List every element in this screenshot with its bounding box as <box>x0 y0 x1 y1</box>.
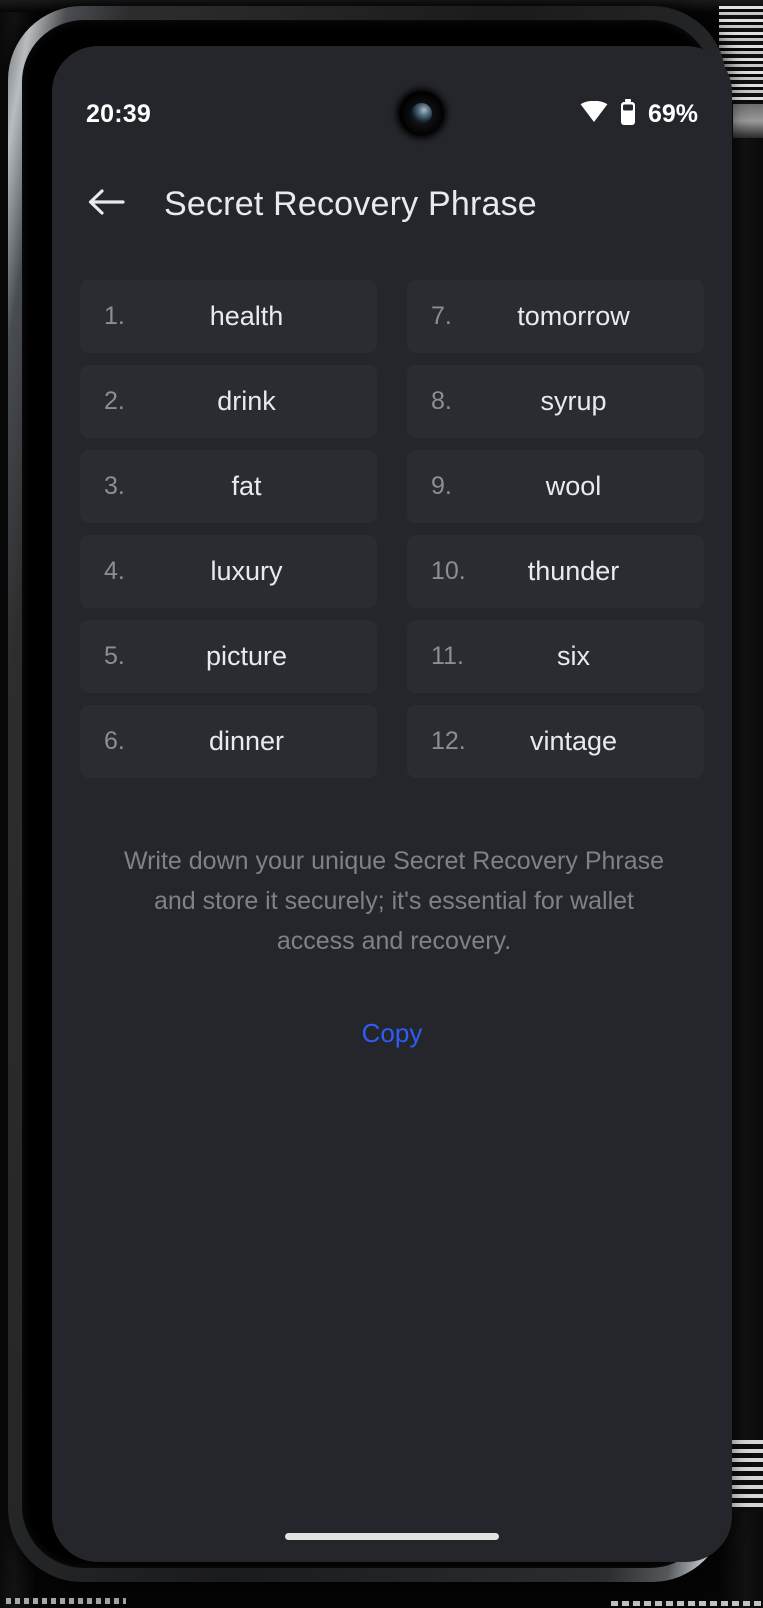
status-bar-time: 20:39 <box>86 99 151 128</box>
background-artifact-stripes-bottom-right <box>727 1440 763 1512</box>
word-index: 9. <box>431 472 452 500</box>
word-index: 8. <box>431 387 452 415</box>
word-card[interactable]: 10. thunder <box>407 535 704 608</box>
word-index: 2. <box>104 387 125 415</box>
word-index: 6. <box>104 727 125 755</box>
page-title: Secret Recovery Phrase <box>164 184 537 223</box>
word-card[interactable]: 6. dinner <box>80 705 377 778</box>
status-bar: 20:39 69% <box>52 86 732 142</box>
background-artifact-block-right <box>733 104 763 138</box>
word-card[interactable]: 8. syrup <box>407 365 704 438</box>
word-card[interactable]: 11. six <box>407 620 704 693</box>
recovery-phrase-grid: 1. health 7. tomorrow 2. drink 8. syrup <box>80 280 704 778</box>
background-artifact-stripes-bottom-left <box>6 1598 126 1604</box>
word-index: 10. <box>431 557 466 585</box>
back-button[interactable] <box>70 168 142 240</box>
word-card[interactable]: 12. vintage <box>407 705 704 778</box>
copy-button[interactable]: Copy <box>340 1008 445 1059</box>
word-card[interactable]: 3. fat <box>80 450 377 523</box>
copy-action-row: Copy <box>52 1008 732 1059</box>
word-index: 4. <box>104 557 125 585</box>
word-index: 11. <box>431 642 464 670</box>
word-card[interactable]: 7. tomorrow <box>407 280 704 353</box>
word-card[interactable]: 2. drink <box>80 365 377 438</box>
word-index: 7. <box>431 302 452 330</box>
recovery-phrase-description: Write down your unique Secret Recovery P… <box>123 847 665 955</box>
battery-icon <box>620 98 636 130</box>
phone-frame: 20:39 69% Secret Recovery Phrase 1. heal… <box>8 6 732 1582</box>
word-card[interactable]: 5. picture <box>80 620 377 693</box>
phone-screen: 20:39 69% Secret Recovery Phrase 1. heal… <box>52 46 732 1562</box>
word-index: 12. <box>431 727 466 755</box>
word-card[interactable]: 1. health <box>80 280 377 353</box>
word-index: 5. <box>104 642 125 670</box>
word-card[interactable]: 9. wool <box>407 450 704 523</box>
app-header: Secret Recovery Phrase <box>52 158 732 250</box>
battery-percentage: 69% <box>647 99 698 128</box>
wifi-icon <box>580 100 608 127</box>
screenshot-stage: 20:39 69% Secret Recovery Phrase 1. heal… <box>0 0 763 1608</box>
back-arrow-icon <box>87 187 125 222</box>
word-index: 3. <box>104 472 125 500</box>
background-artifact-stripes-bottom <box>611 1601 761 1606</box>
word-index: 1. <box>104 302 125 330</box>
home-indicator[interactable] <box>285 1533 499 1540</box>
word-card[interactable]: 4. luxury <box>80 535 377 608</box>
phone-bezel: 20:39 69% Secret Recovery Phrase 1. heal… <box>22 20 732 1568</box>
status-bar-right-cluster: 69% <box>580 98 698 130</box>
